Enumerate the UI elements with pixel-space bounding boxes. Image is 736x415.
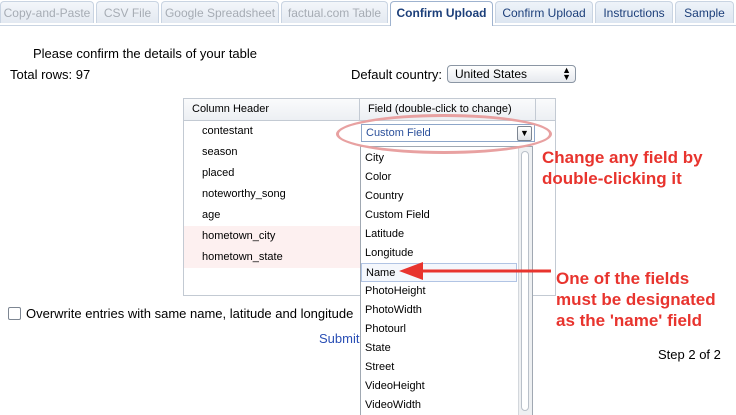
annotation-name-field: One of the fields must be designated as … <box>556 269 716 330</box>
tab-bar: Copy-and-Paste CSV File Google Spreadshe… <box>0 0 736 26</box>
table-row[interactable]: hometown_city <box>184 226 360 247</box>
list-item[interactable]: State <box>361 339 517 358</box>
overwrite-checkbox[interactable] <box>8 307 21 320</box>
submit-button[interactable]: Submit <box>319 331 359 346</box>
tab-confirm-upload[interactable]: Confirm Upload <box>495 1 593 23</box>
list-item[interactable]: Color <box>361 168 517 187</box>
table-row[interactable]: placed <box>184 163 360 184</box>
overwrite-option[interactable]: Overwrite entries with same name, latitu… <box>8 306 353 321</box>
highlight-ellipse <box>336 114 552 154</box>
list-item[interactable]: VideoWidth <box>361 396 517 415</box>
updown-arrow-icon: ▲ ▼ <box>562 65 571 82</box>
table-row[interactable]: season <box>184 142 360 163</box>
list-item[interactable]: Photourl <box>361 320 517 339</box>
table-row[interactable]: age <box>184 205 360 226</box>
list-item[interactable]: Custom Field <box>361 206 517 225</box>
tab-confirm-upload-active[interactable]: Confirm Upload <box>390 1 493 26</box>
table-row[interactable]: contestant <box>184 121 360 142</box>
tab-csv-file[interactable]: CSV File <box>96 1 159 23</box>
country-select[interactable]: United States ▲ ▼ <box>447 65 576 83</box>
total-rows: Total rows: 97 <box>10 67 91 82</box>
step-indicator: Step 2 of 2 <box>658 347 721 362</box>
list-item[interactable]: PhotoWidth <box>361 301 517 320</box>
tab-sample[interactable]: Sample <box>675 1 734 23</box>
tab-instructions[interactable]: Instructions <box>595 1 673 23</box>
list-item[interactable]: Street <box>361 358 517 377</box>
list-item[interactable]: Country <box>361 187 517 206</box>
table-row[interactable]: noteworthy_song <box>184 184 360 205</box>
list-item[interactable]: VideoHeight <box>361 377 517 396</box>
country-value: United States <box>455 67 528 81</box>
table-row[interactable]: hometown_state <box>184 247 360 268</box>
country-label: Default country: <box>351 67 443 82</box>
tab-factual-table[interactable]: factual.com Table <box>281 1 388 23</box>
annotation-change-field: Change any field by double-clicking it <box>542 148 703 188</box>
column-header-title: Column Header <box>184 99 360 120</box>
tab-copy-and-paste[interactable]: Copy-and-Paste <box>0 1 94 23</box>
overwrite-label: Overwrite entries with same name, latitu… <box>26 306 354 321</box>
page-heading: Please confirm the details of your table <box>33 46 258 61</box>
list-item[interactable]: Latitude <box>361 225 517 244</box>
annotation-arrow <box>399 262 551 280</box>
tab-google-spreadsheet[interactable]: Google Spreadsheet <box>161 1 279 23</box>
